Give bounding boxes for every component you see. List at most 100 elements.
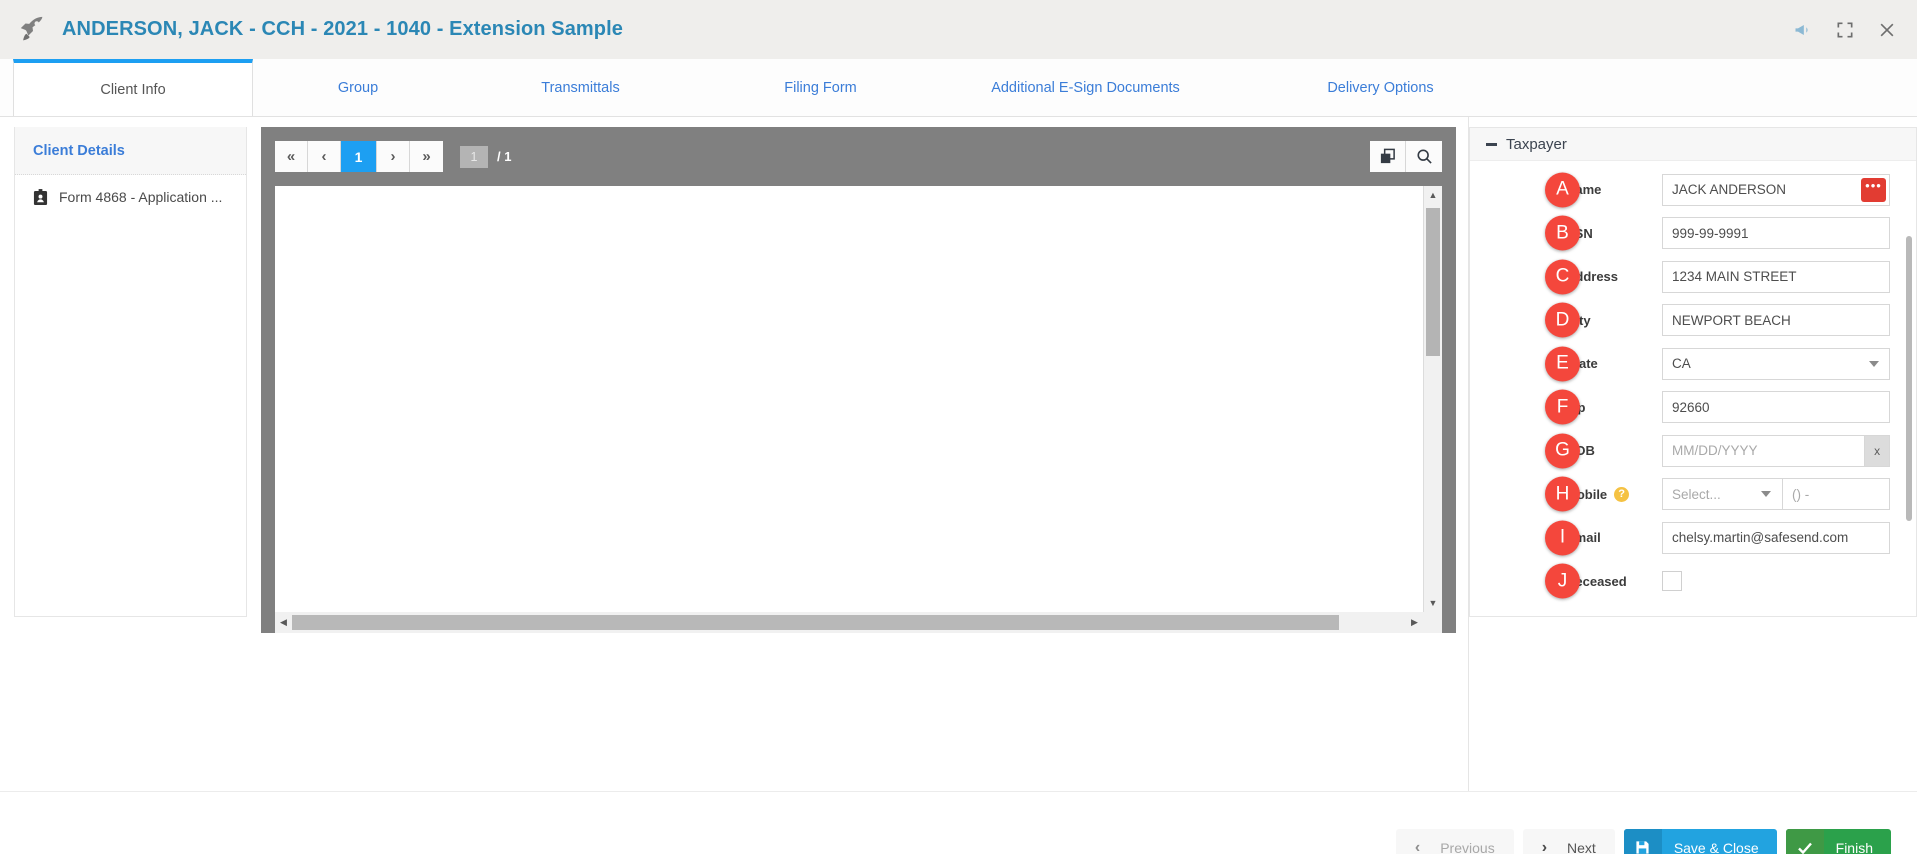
pagination-controls: « ‹ 1 › » [275,141,443,172]
marker-h: H [1545,476,1580,512]
label-dob: DOB [1566,443,1595,459]
check-icon [1785,828,1824,854]
label-state: State [1566,356,1598,372]
city-input[interactable] [1662,304,1890,337]
sidebar-item-form-4868[interactable]: Form 4868 - Application ... [15,175,246,219]
tab-transmittals[interactable]: Transmittals [463,59,698,116]
dob-clear-button[interactable]: x [1865,434,1890,467]
page-thumbnails-button[interactable] [1370,141,1406,172]
pdf-page-area: ▲ ▼ [275,186,1442,612]
scroll-left-arrow-icon[interactable]: ◀ [275,612,292,633]
previous-button-label: Previous [1440,839,1495,854]
current-page-button[interactable]: 1 [341,141,377,172]
label-name: Name [1566,182,1602,198]
field-row-city: D City [1545,299,1890,343]
next-page-button[interactable]: › [377,141,410,172]
tab-bar: Client Info Group Transmittals Filing Fo… [0,59,1917,117]
pdf-page [275,186,1423,612]
save-and-close-label: Save & Close [1673,839,1759,854]
horizontal-scroll-track[interactable] [292,612,1406,633]
panel-scroll-thumb[interactable] [1906,236,1912,521]
close-icon[interactable] [1877,20,1897,40]
marker-d: D [1545,302,1580,338]
field-row-deceased: J Deceased [1545,560,1890,604]
minus-icon[interactable] [1486,142,1497,146]
finish-button[interactable]: Finish [1785,828,1891,854]
email-input[interactable] [1662,521,1890,554]
tab-delivery-options[interactable]: Delivery Options [1228,59,1533,116]
id-badge-icon [33,188,48,205]
name-more-button[interactable]: ••• [1861,177,1886,202]
taxpayer-fields: A Name ••• B SSN [1470,161,1916,603]
save-and-close-button[interactable]: Save & Close [1623,828,1777,854]
mobile-number-input[interactable] [1782,478,1890,511]
megaphone-icon[interactable] [1793,20,1813,40]
field-row-state: E State [1545,342,1890,386]
vertical-scroll-track[interactable] [1424,204,1442,594]
field-row-name: A Name ••• [1545,168,1890,212]
ssn-input[interactable] [1662,217,1890,250]
viewer-vertical-scrollbar[interactable]: ▲ ▼ [1423,186,1442,612]
field-row-mobile: H Mobile ? [1545,473,1890,517]
marker-e: E [1545,346,1580,382]
horizontal-scroll-thumb[interactable] [292,615,1340,630]
scrollbar-corner [1423,612,1442,633]
taxpayer-section-title: Taxpayer [1506,135,1567,153]
previous-button[interactable]: ‹ Previous [1395,828,1514,854]
address-input[interactable] [1662,260,1890,293]
page-total-label: / 1 [497,149,512,164]
title-bar: ANDERSON, JACK - CCH - 2021 - 1040 - Ext… [0,0,1917,59]
last-page-button[interactable]: » [410,141,443,172]
question-icon[interactable]: ? [1614,486,1630,502]
first-page-button[interactable]: « [275,141,308,172]
document-viewer-wrapper: « ‹ 1 › » / 1 [247,117,1468,791]
label-zip: Zip [1566,400,1662,415]
magnifier-icon [1416,149,1432,164]
tab-client-info[interactable]: Client Info [13,59,253,116]
zip-input[interactable] [1662,391,1890,424]
taxpayer-panel: Taxpayer A Name ••• B [1468,117,1917,791]
state-select[interactable] [1662,347,1890,380]
tab-additional-esign-documents[interactable]: Additional E-Sign Documents [943,59,1228,116]
sidebar-panel: Client Details Form 4868 - Application .… [14,127,247,617]
save-icon [1623,828,1662,854]
label-address: Address [1566,269,1619,285]
previous-page-button[interactable]: ‹ [308,141,341,172]
label-email: Email [1566,530,1601,546]
field-row-ssn: B SSN [1545,212,1890,256]
deceased-checkbox[interactable] [1662,571,1682,592]
viewer-tool-buttons [1370,141,1442,172]
page-title: ANDERSON, JACK - CCH - 2021 - 1040 - Ext… [62,18,624,40]
label-mobile: Mobile ? [1566,486,1662,502]
marker-f: F [1545,389,1580,425]
next-button[interactable]: › Next [1522,828,1615,854]
scroll-down-arrow-icon[interactable]: ▼ [1429,594,1438,612]
page-number-input[interactable] [460,145,488,168]
document-viewer: « ‹ 1 › » / 1 [261,127,1456,633]
marker-j: J [1545,563,1580,599]
tab-filing-form[interactable]: Filing Form [698,59,943,116]
scroll-up-arrow-icon[interactable]: ▲ [1429,186,1438,204]
taxpayer-section-header[interactable]: Taxpayer [1470,128,1916,161]
sidebar-header-client-details[interactable]: Client Details [15,127,246,175]
footer-actions: ‹ Previous › Next Save & Close Finish [0,791,1917,854]
zoom-search-button[interactable] [1406,141,1442,172]
marker-a: A [1545,172,1580,208]
title-bar-actions [1793,20,1897,40]
scroll-right-arrow-icon[interactable]: ▶ [1406,612,1423,633]
tab-group[interactable]: Group [253,59,463,116]
next-button-label: Next [1567,839,1596,854]
dob-input[interactable] [1662,434,1866,467]
mobile-country-select[interactable] [1662,478,1782,511]
sidebar: Client Details Form 4868 - Application .… [0,117,247,791]
marker-b: B [1545,215,1580,251]
viewer-horizontal-scrollbar[interactable]: ◀ ▶ [275,612,1442,633]
expand-icon[interactable] [1835,20,1855,40]
marker-c: C [1545,259,1580,295]
chevron-right-icon: › [1541,838,1548,854]
rocket-icon [20,16,43,40]
name-input[interactable] [1662,173,1890,206]
application-window: ANDERSON, JACK - CCH - 2021 - 1040 - Ext… [0,0,1917,854]
vertical-scroll-thumb[interactable] [1426,208,1440,357]
field-row-email: I Email [1545,516,1890,560]
